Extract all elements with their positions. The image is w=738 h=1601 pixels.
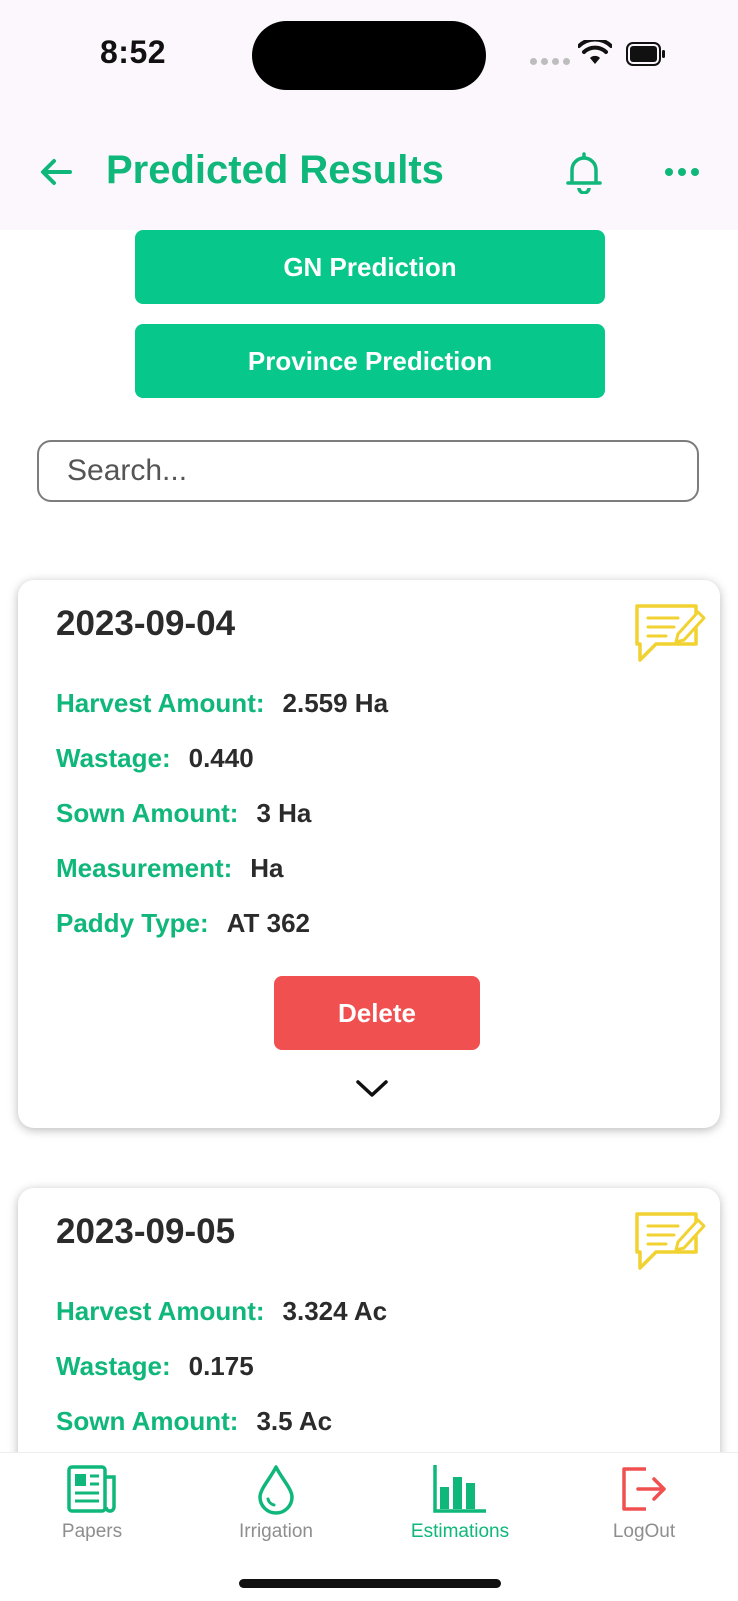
page-title: Predicted Results bbox=[106, 148, 444, 192]
search-input[interactable] bbox=[39, 442, 697, 500]
nav-label: LogOut bbox=[612, 1521, 676, 1542]
back-arrow-icon[interactable] bbox=[36, 152, 76, 192]
paddy-type-field: Paddy Type: AT 362 bbox=[56, 908, 310, 939]
field-label: Paddy Type: bbox=[56, 908, 209, 938]
nav-label: Irrigation bbox=[239, 1521, 313, 1542]
field-value: 3.324 Ac bbox=[282, 1296, 388, 1326]
field-label: Wastage: bbox=[56, 1351, 171, 1381]
newspaper-icon bbox=[67, 1465, 116, 1513]
nav-label: Estimations bbox=[410, 1521, 510, 1542]
chevron-down-icon[interactable] bbox=[354, 1076, 390, 1100]
nav-label: Papers bbox=[61, 1521, 123, 1542]
search-box bbox=[37, 440, 699, 502]
gn-prediction-button[interactable]: GN Prediction bbox=[135, 230, 605, 304]
field-value: 0.175 bbox=[188, 1351, 254, 1381]
field-label: Harvest Amount: bbox=[56, 1296, 265, 1326]
wastage-field: Wastage: 0.440 bbox=[56, 743, 254, 774]
harvest-amount-field: Harvest Amount: 2.559 Ha bbox=[56, 688, 388, 719]
field-value: 2.559 Ha bbox=[282, 688, 389, 718]
harvest-amount-field: Harvest Amount: 3.324 Ac bbox=[56, 1296, 387, 1327]
app-bar: Predicted Results bbox=[0, 110, 738, 230]
field-label: Sown Amount: bbox=[56, 1406, 239, 1436]
card-date: 2023-09-05 bbox=[56, 1212, 236, 1251]
delete-button[interactable]: Delete bbox=[274, 976, 480, 1050]
field-label: Wastage: bbox=[56, 743, 171, 773]
wifi-icon bbox=[578, 40, 612, 64]
field-label: Sown Amount: bbox=[56, 798, 239, 828]
measurement-field: Measurement: Ha bbox=[56, 853, 284, 884]
cellular-signal-icon bbox=[530, 58, 570, 65]
bar-chart-icon bbox=[433, 1465, 486, 1513]
battery-icon bbox=[626, 42, 665, 66]
logout-icon bbox=[622, 1467, 666, 1511]
card-date: 2023-09-04 bbox=[56, 604, 236, 643]
field-label: Harvest Amount: bbox=[56, 688, 265, 718]
field-value: 0.440 bbox=[188, 743, 254, 773]
nav-item-estimations[interactable]: Estimations bbox=[368, 1453, 552, 1553]
field-value: 3 Ha bbox=[256, 798, 312, 828]
status-time: 8:52 bbox=[100, 34, 167, 70]
dynamic-island bbox=[252, 21, 486, 90]
edit-note-icon[interactable] bbox=[634, 1208, 706, 1274]
sown-amount-field: Sown Amount: 3 Ha bbox=[56, 798, 311, 829]
bell-icon[interactable] bbox=[564, 150, 604, 194]
field-value: Ha bbox=[250, 853, 284, 883]
more-options-icon[interactable] bbox=[664, 162, 700, 182]
status-bar: 8:52 bbox=[0, 0, 738, 110]
sown-amount-field: Sown Amount: 3.5 Ac bbox=[56, 1406, 332, 1437]
field-value: AT 362 bbox=[226, 908, 311, 938]
field-value: 3.5 Ac bbox=[256, 1406, 333, 1436]
water-drop-icon bbox=[258, 1465, 294, 1515]
field-label: Measurement: bbox=[56, 853, 233, 883]
prediction-card: 2023-09-04 Harvest Amount: 2.559 Ha Wasta… bbox=[18, 580, 720, 1128]
edit-note-icon[interactable] bbox=[634, 600, 706, 666]
nav-item-irrigation[interactable]: Irrigation bbox=[184, 1453, 368, 1553]
province-prediction-button[interactable]: Province Prediction bbox=[135, 324, 605, 398]
nav-item-papers[interactable]: Papers bbox=[0, 1453, 184, 1553]
wastage-field: Wastage: 0.175 bbox=[56, 1351, 254, 1382]
nav-item-logout[interactable]: LogOut bbox=[552, 1453, 736, 1553]
home-indicator bbox=[239, 1579, 501, 1588]
